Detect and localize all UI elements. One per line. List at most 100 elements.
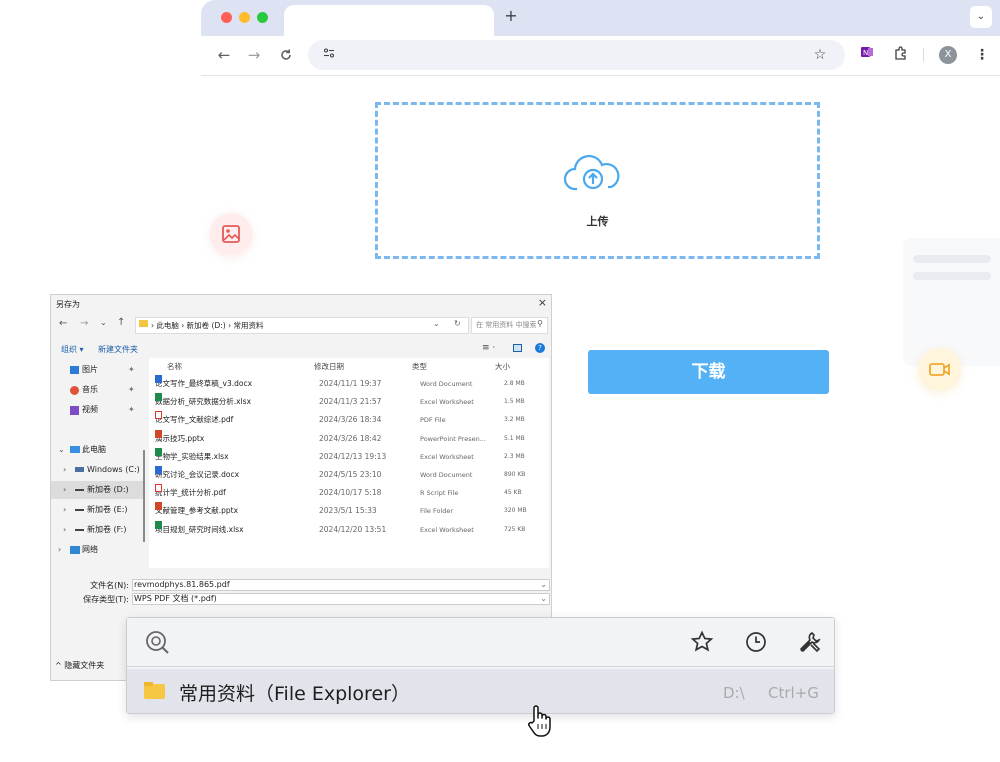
file-type: PDF File: [420, 416, 446, 425]
file-date: 2024/12/13 19:13: [319, 451, 387, 461]
profile-initial: X: [939, 46, 957, 64]
file-row[interactable]: 数据分析_研究数据分析.xlsx 2024/11/3 21:57 Excel Wor…: [149, 393, 549, 411]
drive-icon: [75, 529, 84, 531]
history-clock-icon[interactable]: [744, 630, 768, 654]
new-tab-button[interactable]: +: [501, 6, 521, 26]
tab-search-button[interactable]: ⌄: [970, 6, 992, 28]
quick-switcher-result-item[interactable]: 常用资料（File Explorer） D:\ Ctrl+G: [127, 669, 834, 713]
file-row[interactable]: 研究讨论_会议记录.docx 2024/5/15 23:10 Word Docume…: [149, 466, 549, 484]
back-button[interactable]: ←: [213, 44, 235, 66]
settings-tools-icon[interactable]: [797, 629, 823, 655]
dialog-close-button[interactable]: ×: [538, 296, 547, 309]
breadcrumb-item[interactable]: 此电脑: [156, 321, 179, 330]
file-row[interactable]: 生物学_实验结果.xlsx 2024/12/13 19:13 Excel Works…: [149, 447, 549, 466]
folder-search-input[interactable]: 在 常用资料 中搜索 ⚲: [471, 317, 548, 334]
sidebar-item-pictures[interactable]: 图片 ✦: [51, 361, 143, 379]
refresh-icon[interactable]: ↻: [454, 319, 461, 328]
extensions-puzzle-icon[interactable]: [891, 45, 911, 65]
file-date: 2024/3/26 18:34: [319, 415, 382, 425]
organize-button[interactable]: 组织 ▾: [61, 344, 84, 355]
recent-locations-icon[interactable]: ⌄: [100, 318, 107, 327]
file-name-cell: 统计学_统计分析.pdf: [155, 484, 226, 502]
column-header-type[interactable]: 类型: [412, 361, 427, 372]
minimize-window-dot[interactable]: [239, 12, 250, 23]
image-feature-badge: [210, 213, 252, 255]
forward-button[interactable]: →: [243, 44, 265, 66]
browser-menu-icon[interactable]: ⋮: [972, 45, 992, 65]
maximize-window-dot[interactable]: [257, 12, 268, 23]
forward-nav-icon[interactable]: →: [80, 318, 88, 329]
address-bar[interactable]: ☆: [308, 40, 845, 70]
file-row[interactable]: 文献管理_参考文献.pptx 2023/5/1 15:33 File Folder 3…: [149, 502, 549, 520]
chevron-down-icon[interactable]: ⌄: [58, 441, 65, 459]
sidebar-item-videos[interactable]: 视频 ✦: [51, 401, 143, 419]
file-size: 725 KB: [504, 525, 526, 533]
file-name-cell: 数据分析_研究数据分析.xlsx: [155, 393, 251, 411]
chevron-down-icon[interactable]: ⌄: [540, 580, 547, 590]
file-name: 统计学_统计分析.pdf: [155, 488, 226, 498]
sidebar-item-label: 新加卷 (E:): [87, 505, 128, 514]
sidebar-item-drive-d[interactable]: › 新加卷 (D:): [51, 481, 143, 499]
file-size: 5.1 MB: [504, 434, 525, 442]
filename-row: 文件名(N): revmodphys.81.865.pdf ⌄: [51, 579, 551, 592]
up-folder-icon[interactable]: ↑: [117, 317, 125, 328]
active-tab[interactable]: [284, 5, 494, 36]
view-options-icon[interactable]: ≡ ·: [482, 343, 495, 353]
profile-avatar[interactable]: X: [938, 45, 958, 65]
filename-input[interactable]: revmodphys.81.865.pdf ⌄: [132, 579, 550, 591]
sidebar-scrollbar[interactable]: [143, 450, 145, 542]
chevron-right-icon[interactable]: ›: [63, 461, 66, 479]
chevron-right-icon[interactable]: ›: [63, 481, 66, 499]
chevron-down-icon[interactable]: ⌄: [540, 594, 547, 604]
sidebar-item-this-pc[interactable]: ⌄ 此电脑: [51, 441, 143, 459]
toolbar-divider: [923, 48, 924, 62]
quick-switcher-search[interactable]: [127, 618, 834, 667]
file-name: 数据分析_研究数据分析.xlsx: [155, 397, 252, 407]
hide-folders-toggle[interactable]: ^ 隐藏文件夹: [55, 660, 104, 671]
sidebar-item-drive-c[interactable]: › Windows (C:): [51, 461, 143, 479]
file-row[interactable]: 项目规划_研究时间线.xlsx 2024/12/20 13:51 Excel Wor…: [149, 520, 549, 539]
back-nav-icon[interactable]: ←: [59, 318, 67, 329]
placeholder-line: [913, 272, 991, 280]
file-row[interactable]: 统计学_统计分析.pdf 2024/10/17 5:18 R Script File…: [149, 484, 549, 502]
help-icon[interactable]: ?: [535, 343, 545, 353]
address-row: ← → ⌄ ↑ › 此电脑 › 新加卷 (D:) › 常用资料 ⌄ ↻ 在 常用…: [51, 314, 551, 336]
chevron-right-icon[interactable]: ›: [63, 521, 66, 539]
onenote-extension-icon[interactable]: N: [857, 45, 877, 65]
sidebar-item-network[interactable]: › 网络: [51, 541, 143, 559]
chevron-right-icon[interactable]: ›: [63, 501, 66, 519]
preview-pane-icon[interactable]: [513, 344, 522, 352]
file-row[interactable]: 演示技巧.pptx 2024/3/26 18:42 PowerPoint Prese…: [149, 429, 549, 448]
column-header-name[interactable]: 名称: [167, 361, 182, 372]
reload-icon: [281, 49, 291, 60]
sidebar-item-drive-e[interactable]: › 新加卷 (E:): [51, 501, 143, 519]
videos-icon: [70, 406, 79, 415]
breadcrumb-item[interactable]: 常用资料: [234, 321, 264, 330]
column-header-size[interactable]: 大小: [495, 361, 510, 372]
search-icon: ⚲: [537, 319, 543, 328]
breadcrumb[interactable]: › 此电脑 › 新加卷 (D:) › 常用资料 ⌄ ↻: [135, 317, 469, 334]
download-button[interactable]: 下载: [588, 350, 829, 394]
favorites-star-icon[interactable]: [690, 630, 714, 654]
breadcrumb-dropdown-icon[interactable]: ⌄: [433, 319, 440, 328]
reload-button[interactable]: [275, 44, 297, 66]
file-row[interactable]: 论文写作_最终草稿_v3.docx 2024/11/1 19:37 Word Doc…: [149, 375, 549, 393]
new-folder-button[interactable]: 新建文件夹: [98, 344, 138, 355]
sidebar-item-music[interactable]: 音乐 ✦: [51, 381, 143, 399]
site-info-icon[interactable]: [318, 45, 340, 65]
column-header-date[interactable]: 修改日期: [314, 361, 344, 372]
filetype-select[interactable]: WPS PDF 文档 (*.pdf) ⌄: [132, 593, 550, 605]
close-window-dot[interactable]: [221, 12, 232, 23]
folder-icon: [144, 684, 165, 699]
file-row[interactable]: 论文写作_文献综述.pdf 2024/3/26 18:34 PDF File 3.2 …: [149, 411, 549, 429]
drive-icon: [75, 509, 84, 511]
sidebar-item-label: 视频: [82, 405, 98, 414]
breadcrumb-item[interactable]: 新加卷 (D:): [187, 321, 226, 330]
search-target-icon[interactable]: [144, 629, 170, 655]
upload-drop-zone[interactable]: 上传: [375, 102, 820, 259]
chevron-right-icon[interactable]: ›: [58, 541, 61, 559]
drive-icon: [75, 489, 84, 491]
file-name: 项目规划_研究时间线.xlsx: [155, 524, 244, 534]
sidebar-item-drive-f[interactable]: › 新加卷 (F:): [51, 521, 143, 539]
bookmark-star-icon[interactable]: ☆: [810, 45, 830, 65]
